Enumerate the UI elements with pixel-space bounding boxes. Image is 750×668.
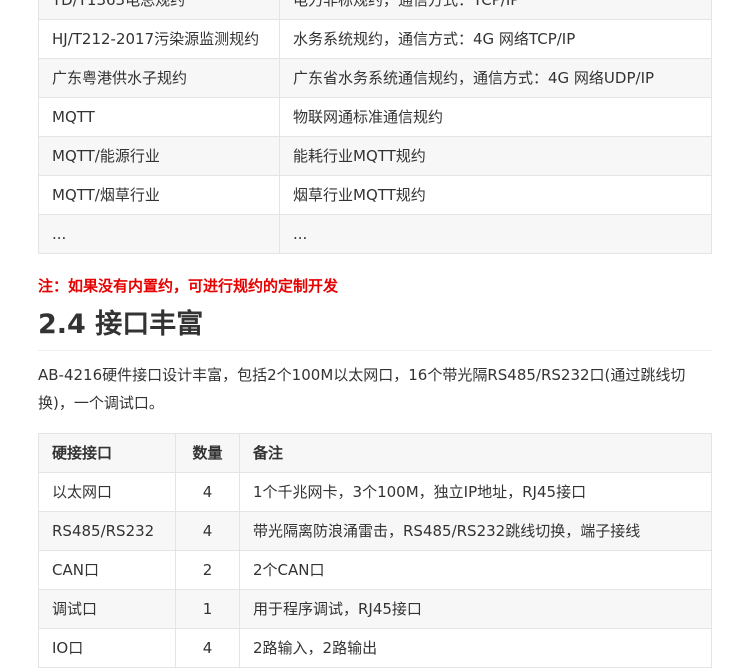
table-row: 广东粤港供水子规约 广东省水务系统通信规约，通信方式：4G 网络UDP/IP xyxy=(38,58,712,98)
table-header-row: 硬接接口 数量 备注 xyxy=(38,433,712,473)
table-row: CAN口 2 2个CAN口 xyxy=(38,550,712,590)
protocol-desc-cell: 广东省水务系统通信规约，通信方式：4G 网络UDP/IP xyxy=(279,58,712,98)
protocol-cell: MQTT/能源行业 xyxy=(38,136,280,176)
count-cell: 4 xyxy=(175,511,240,551)
remark-cell: 1个千兆网卡，3个100M，独立IP地址，RJ45接口 xyxy=(239,472,712,512)
section-title: 2.4 接口丰富 xyxy=(38,306,712,351)
count-cell: 1 xyxy=(175,589,240,629)
header-interface: 硬接接口 xyxy=(38,433,176,473)
table-row: MQTT/能源行业 能耗行业MQTT规约 xyxy=(38,136,712,176)
interface-cell: RS485/RS232 xyxy=(38,511,176,551)
protocol-cell: HJ/T212-2017污染源监测规约 xyxy=(38,19,280,59)
count-cell: 2 xyxy=(175,550,240,590)
interface-cell: 调试口 xyxy=(38,589,176,629)
table-row: MQTT 物联网通标准通信规约 xyxy=(38,97,712,137)
custom-protocol-note: 注：如果没有内置约，可进行规约的定制开发 xyxy=(38,277,339,295)
interface-table: 硬接接口 数量 备注 以太网口 4 1个千兆网卡，3个100M，独立IP地址，R… xyxy=(38,433,712,668)
protocol-desc-cell: 电力非标规约，通信方式：TCP/IP xyxy=(279,0,712,20)
remark-cell: 2个CAN口 xyxy=(239,550,712,590)
document-body: YD/T1363电总规约 电力非标规约，通信方式：TCP/IP HJ/T212-… xyxy=(38,0,712,668)
protocol-desc-cell: ... xyxy=(279,214,712,254)
protocol-cell: YD/T1363电总规约 xyxy=(38,0,280,20)
table-row: 以太网口 4 1个千兆网卡，3个100M，独立IP地址，RJ45接口 xyxy=(38,472,712,512)
remark-cell: 用于程序调试，RJ45接口 xyxy=(239,589,712,629)
protocol-desc-cell: 物联网通标准通信规约 xyxy=(279,97,712,137)
count-cell: 4 xyxy=(175,628,240,668)
protocol-desc-cell: 水务系统规约，通信方式：4G 网络TCP/IP xyxy=(279,19,712,59)
section-paragraph: AB-4216硬件接口设计丰富，包括2个100M以太网口，16个带光隔RS485… xyxy=(38,366,686,412)
header-remark: 备注 xyxy=(239,433,712,473)
remark-cell: 2路输入，2路输出 xyxy=(239,628,712,668)
interface-cell: 以太网口 xyxy=(38,472,176,512)
table-row: ... ... xyxy=(38,214,712,254)
table-row: 调试口 1 用于程序调试，RJ45接口 xyxy=(38,589,712,629)
protocol-cell: MQTT/烟草行业 xyxy=(38,175,280,215)
table-row: YD/T1363电总规约 电力非标规约，通信方式：TCP/IP xyxy=(38,0,712,20)
remark-cell: 带光隔离防浪涌雷击，RS485/RS232跳线切换，端子接线 xyxy=(239,511,712,551)
table-row: HJ/T212-2017污染源监测规约 水务系统规约，通信方式：4G 网络TCP… xyxy=(38,19,712,59)
header-count: 数量 xyxy=(175,433,240,473)
protocol-table: YD/T1363电总规约 电力非标规约，通信方式：TCP/IP HJ/T212-… xyxy=(38,0,712,254)
table-row: MQTT/烟草行业 烟草行业MQTT规约 xyxy=(38,175,712,215)
interface-cell: IO口 xyxy=(38,628,176,668)
protocol-cell: 广东粤港供水子规约 xyxy=(38,58,280,98)
interface-cell: CAN口 xyxy=(38,550,176,590)
table-row: IO口 4 2路输入，2路输出 xyxy=(38,628,712,668)
protocol-cell: MQTT xyxy=(38,97,280,137)
table-row: RS485/RS232 4 带光隔离防浪涌雷击，RS485/RS232跳线切换，… xyxy=(38,511,712,551)
protocol-cell: ... xyxy=(38,214,280,254)
count-cell: 4 xyxy=(175,472,240,512)
protocol-desc-cell: 烟草行业MQTT规约 xyxy=(279,175,712,215)
protocol-desc-cell: 能耗行业MQTT规约 xyxy=(279,136,712,176)
